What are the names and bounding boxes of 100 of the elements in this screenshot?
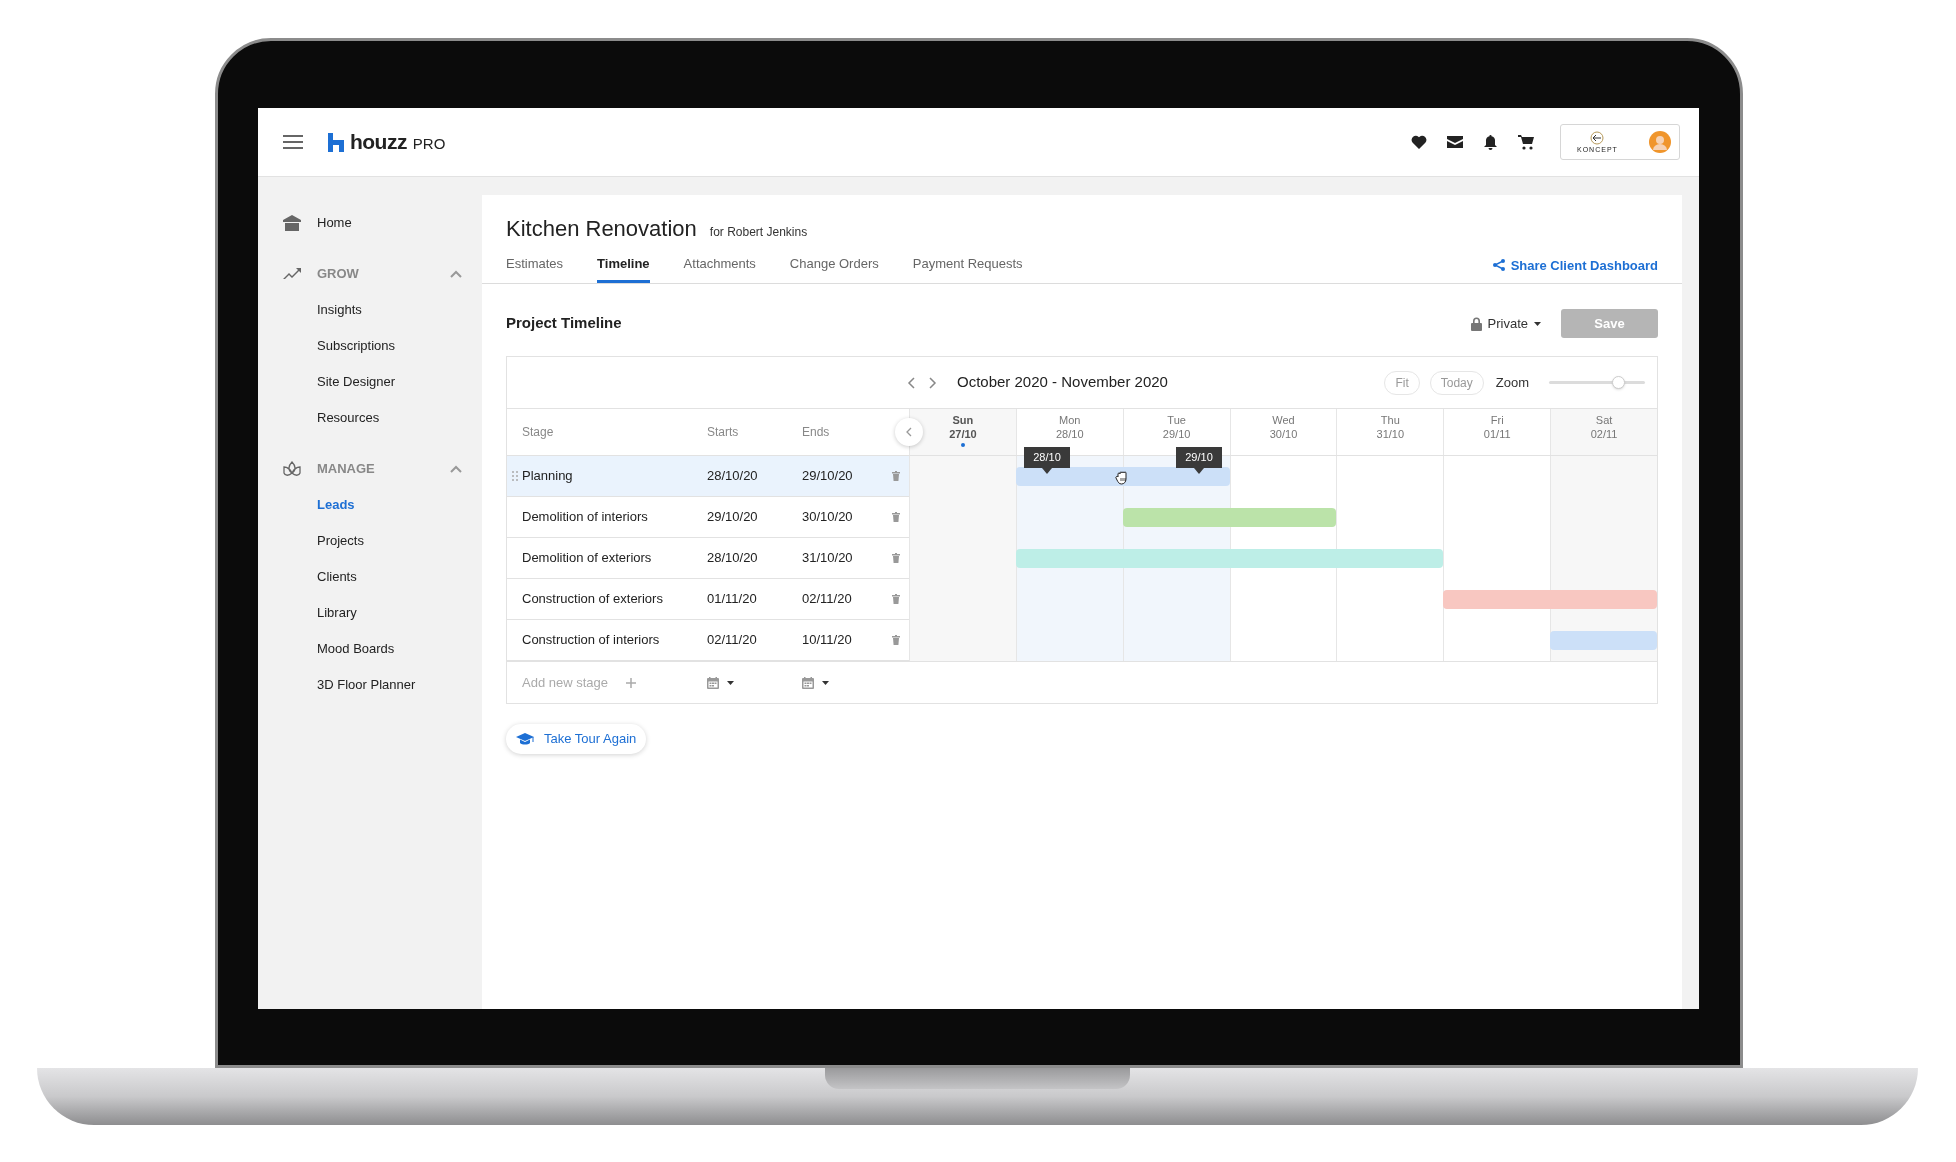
chevron-up-icon[interactable]	[450, 270, 462, 278]
day-name: Tue	[1167, 413, 1186, 427]
caret-icon	[727, 680, 734, 685]
day-name: Wed	[1272, 413, 1295, 427]
tour-button[interactable]: Take Tour Again	[506, 724, 647, 754]
day-name: Thu	[1380, 413, 1400, 427]
day-date: 28/10	[1056, 427, 1084, 441]
tab[interactable]: Payment Requests	[912, 254, 1023, 283]
trash-icon[interactable]	[892, 635, 900, 645]
day-name: Fri	[1490, 413, 1504, 427]
end-date: 02/11/20	[802, 590, 853, 609]
nav-link[interactable]: 3D Floor Planner	[317, 667, 462, 703]
chevron-right-icon[interactable]	[929, 376, 937, 389]
bell-icon[interactable]	[1483, 134, 1498, 150]
stage-row[interactable]: Planning 28/10/20 29/10/20	[507, 456, 909, 497]
nav-link[interactable]: Clients	[317, 559, 462, 595]
day-name: Sat	[1595, 413, 1613, 427]
compass-logo-icon	[1590, 130, 1605, 145]
collapse-button[interactable]	[895, 418, 923, 446]
logo-text: houzz	[350, 132, 407, 152]
avatar-icon[interactable]	[1649, 131, 1671, 153]
trash-icon[interactable]	[892, 594, 900, 604]
start-date: 28/10/20	[707, 549, 759, 568]
nav-link[interactable]: Mood Boards	[317, 631, 462, 667]
add-stage-field[interactable]: Add new stage	[522, 672, 618, 693]
stage-name: Construction of interiors	[522, 631, 660, 650]
day-date: 29/10	[1162, 427, 1191, 441]
end-date: 30/10/20	[802, 508, 854, 527]
graduation-cap-icon	[516, 732, 534, 746]
end-date: 10/11/20	[802, 631, 853, 650]
plus-icon[interactable]	[626, 677, 636, 688]
chevron-left-icon	[906, 427, 912, 437]
trash-icon[interactable]	[892, 553, 900, 563]
client-name: for Robert Jenkins	[709, 224, 808, 241]
day-date: 02/11	[1590, 427, 1618, 441]
project-title: Kitchen Renovation	[506, 215, 697, 243]
trash-icon[interactable]	[892, 471, 900, 481]
column-header: Ends	[802, 424, 831, 441]
menu-icon[interactable]	[283, 135, 303, 149]
nav-link[interactable]: Home	[317, 213, 352, 233]
date-tooltip: 29/10	[1176, 447, 1222, 474]
visibility-dropdown[interactable]: Private	[1470, 313, 1541, 334]
caret-icon	[822, 680, 829, 685]
column-header: Stage	[521, 424, 555, 441]
chevron-left-icon[interactable]	[907, 376, 915, 389]
start-date: 29/10/20	[707, 508, 759, 527]
lock-icon	[1470, 316, 1482, 331]
date-range: October 2020 - November 2020	[957, 372, 1168, 393]
section-title: Project Timeline	[506, 313, 622, 334]
caret-icon	[1534, 321, 1541, 326]
heart-icon[interactable]	[1411, 135, 1427, 149]
stage-name: Demolition of interiors	[522, 508, 648, 527]
stage-name: Planning	[522, 467, 573, 486]
start-date: 28/10/20	[707, 467, 759, 486]
date-tooltip: 28/10	[1024, 447, 1070, 474]
mail-icon[interactable]	[1447, 136, 1463, 148]
zoom-slider[interactable]	[1549, 376, 1645, 389]
slider-thumb[interactable]	[1612, 376, 1626, 389]
tab[interactable]: Attachments	[683, 254, 756, 283]
chevron-up-icon[interactable]	[450, 465, 462, 473]
day-name: Sun	[952, 413, 974, 427]
calendar-icon	[802, 676, 814, 689]
house-icon	[283, 215, 301, 231]
nav-link[interactable]: Library	[317, 595, 462, 631]
stage-bar[interactable]	[1015, 467, 1230, 486]
logo-icon	[328, 133, 344, 152]
day-date: 31/10	[1376, 427, 1405, 441]
day-date: 30/10	[1269, 427, 1298, 441]
nav-link[interactable]: Insights	[317, 292, 462, 328]
tab[interactable]: Timeline	[597, 254, 650, 283]
tab[interactable]: Estimates	[506, 254, 564, 283]
end-date: 29/10/20	[802, 467, 854, 486]
save-button: Save	[1561, 309, 1658, 338]
stage-name: Demolition of exteriors	[522, 549, 652, 568]
section-heading: GROW	[317, 265, 359, 284]
nav-link[interactable]: Subscriptions	[317, 328, 462, 364]
trend-icon	[283, 266, 301, 282]
share-link[interactable]: Share Client Dashboard	[1492, 255, 1658, 275]
start-date: 01/11/20	[707, 590, 758, 609]
day-date: 27/10	[949, 427, 977, 441]
trash-icon[interactable]	[892, 512, 900, 522]
day-name: Mon	[1059, 413, 1081, 427]
logo-suffix: PRO	[412, 136, 446, 152]
zoom-label: Zoom	[1495, 373, 1529, 392]
stage-name: Construction of exteriors	[522, 590, 663, 609]
end-date: 31/10/20	[802, 549, 854, 568]
nav-link[interactable]: Leads	[317, 487, 462, 523]
drag-handle-icon[interactable]	[512, 471, 518, 481]
cart-icon[interactable]	[1518, 134, 1534, 150]
tab[interactable]: Change Orders	[789, 254, 879, 283]
column-header: Starts	[707, 424, 740, 441]
calendar-icon	[707, 676, 719, 689]
start-date: 02/11/20	[707, 631, 758, 650]
nav-link[interactable]: Projects	[317, 523, 462, 559]
nav-link[interactable]: Resources	[317, 400, 462, 436]
day-date: 01/11	[1483, 427, 1511, 441]
section-heading: MANAGE	[317, 460, 375, 479]
leaf-icon	[283, 461, 301, 477]
nav-link[interactable]: Site Designer	[317, 364, 462, 400]
share-icon	[1492, 259, 1505, 272]
